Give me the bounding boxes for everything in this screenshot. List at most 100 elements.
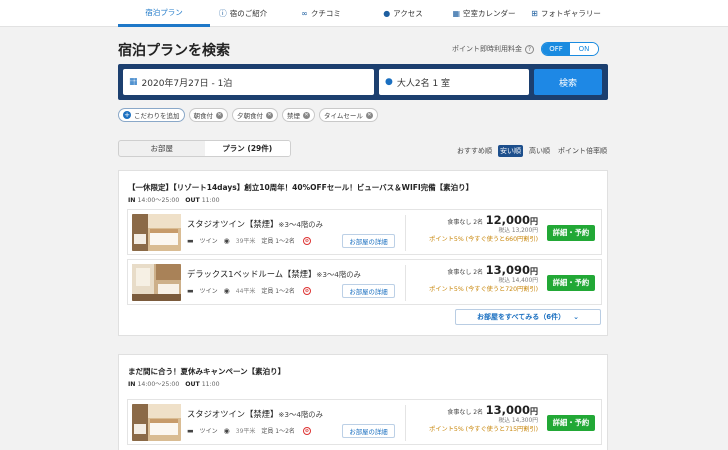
price-tax-included: 税込 14,300円	[498, 418, 538, 424]
add-filter-button[interactable]: + こだわりを追加	[118, 108, 185, 122]
price-currency: 円	[530, 407, 538, 416]
reserve-button[interactable]: 詳細・予約	[547, 275, 595, 291]
price-currency: 円	[530, 267, 538, 276]
bed-type: ツイン	[199, 288, 218, 295]
filter-chip-dinner-breakfast[interactable]: 夕朝食付 ✕	[232, 108, 278, 122]
tab-photo-gallery-label: フォトギャラリー	[540, 9, 601, 18]
close-icon[interactable]: ✕	[266, 111, 273, 119]
point-toggle: ポイント即時利用料金 ? OFF ON	[452, 42, 599, 56]
room-photo[interactable]	[132, 214, 181, 251]
plus-icon: +	[123, 110, 131, 119]
bed-type: ツイン	[199, 428, 218, 435]
toggle-on-option[interactable]: ON	[570, 43, 598, 55]
tab-hotel-info[interactable]: ⓘ 宿のご紹介	[210, 0, 276, 27]
bed-type: ツイン	[199, 238, 218, 245]
filter-chip-label: 夕朝食付	[237, 112, 263, 120]
room-note: ※3〜4階のみ	[278, 410, 323, 419]
room-size: 39平米	[235, 238, 256, 245]
eye-icon: ◉	[223, 236, 230, 245]
room-capacity: 定員 1〜2名	[261, 288, 295, 295]
room-size: 44平米	[235, 288, 256, 295]
check-in-out: IN 14:00〜25:00 OUT 11:00	[128, 195, 220, 204]
room-note: ※3〜4階のみ	[316, 270, 361, 279]
point-toggle-label: ポイント即時利用料金	[452, 45, 522, 53]
search-bar: ▦ 2020年7月27日 - 1泊 ● 大人2名 1 室 検索	[118, 64, 608, 100]
plan-card: まだ間に合う！夏休みキャンペーン【素泊り】 IN 14:00〜25:00 OUT…	[118, 354, 608, 450]
divider	[405, 405, 406, 441]
bed-icon: ▬	[187, 286, 194, 295]
help-icon[interactable]: ?	[525, 44, 534, 54]
top-nav: 宿泊プラン ⓘ 宿のご紹介 ∞ クチコミ ● アクセス ▦ 空室カレンダー ⊞ …	[0, 0, 728, 27]
reserve-button[interactable]: 詳細・予約	[547, 225, 595, 241]
sort-cheapest[interactable]: 安い順	[498, 145, 523, 157]
plan-card: 【一休限定】【リゾート14days】創立10周年！40%OFFセール！ビューバス…	[118, 170, 608, 336]
check-out-label: OUT	[185, 197, 200, 204]
grid-icon: ⊞	[531, 9, 538, 18]
room-photo[interactable]	[132, 264, 181, 301]
no-smoking-icon: ⊘	[302, 286, 311, 295]
room-row: スタジオツイン【禁煙】※3〜4階のみ ▬ ツイン ◉ 39平米 定員 1〜2名 …	[127, 209, 602, 255]
room-capacity: 定員 1〜2名	[261, 428, 295, 435]
room-meta: ▬ ツイン ◉ 39平米 定員 1〜2名 ⊘	[187, 426, 311, 435]
filter-chip-non-smoking[interactable]: 禁煙 ✕	[282, 108, 315, 122]
guests-field[interactable]: ● 大人2名 1 室	[379, 69, 529, 95]
room-name[interactable]: スタジオツイン【禁煙】※3〜4階のみ	[187, 408, 323, 420]
toggle-off-option[interactable]: OFF	[542, 43, 570, 55]
tab-plans[interactable]: 宿泊プラン	[118, 0, 210, 27]
sort-recommended[interactable]: おすすめ順	[455, 145, 494, 157]
check-out-time: 11:00	[201, 197, 220, 204]
close-icon[interactable]: ✕	[365, 111, 373, 119]
tab-rooms[interactable]: お部屋	[119, 141, 205, 156]
point-info: ポイント5% (今すぐ使うと715円割引)	[429, 426, 538, 433]
tab-reviews[interactable]: ∞ クチコミ	[290, 0, 352, 27]
room-photo[interactable]	[132, 404, 181, 441]
sort-options: おすすめ順 安い順 高い順 ポイント倍率順	[455, 145, 609, 157]
room-detail-button[interactable]: お部屋の詳細	[342, 284, 395, 298]
sort-expensive[interactable]: 高い順	[527, 145, 552, 157]
page-title: 宿泊プランを検索	[118, 43, 230, 59]
check-in-time: 14:00〜25:00	[137, 197, 180, 204]
see-all-rooms-label: お部屋をすべてみる（6件）	[477, 313, 566, 321]
tab-calendar[interactable]: ▦ 空室カレンダー	[448, 0, 520, 27]
see-all-rooms-button[interactable]: お部屋をすべてみる（6件） ⌄	[455, 309, 601, 325]
divider	[405, 265, 406, 301]
price-label: 食事なし 2名	[447, 409, 484, 416]
room-detail-button[interactable]: お部屋の詳細	[342, 234, 395, 248]
tab-plans-label: 宿泊プラン	[145, 7, 183, 17]
filter-chip-time-sale[interactable]: タイムセール ✕	[319, 108, 378, 122]
chevron-down-icon: ⌄	[573, 313, 579, 321]
add-filter-label: こだわりを追加	[134, 112, 180, 120]
room-size: 39平米	[235, 428, 256, 435]
map-pin-icon: ●	[383, 9, 391, 18]
reserve-button[interactable]: 詳細・予約	[547, 415, 595, 431]
close-icon[interactable]: ✕	[216, 111, 223, 119]
room-detail-button[interactable]: お部屋の詳細	[342, 424, 395, 438]
price-label: 食事なし 2名	[447, 219, 484, 226]
sort-points[interactable]: ポイント倍率順	[556, 145, 609, 157]
price-value: 13,000	[485, 403, 530, 417]
plan-title[interactable]: まだ間に合う！夏休みキャンペーン【素泊り】	[128, 366, 285, 377]
calendar-icon: ▦	[129, 77, 138, 87]
close-icon[interactable]: ✕	[303, 111, 310, 119]
tab-plans-list[interactable]: プラン (29件)	[204, 141, 290, 156]
guests-value: 大人2名 1 室	[396, 78, 451, 89]
no-smoking-icon: ⊘	[302, 236, 311, 245]
point-toggle-switch[interactable]: OFF ON	[541, 42, 599, 56]
point-info: ポイント5% (今すぐ使うと720円割引)	[429, 286, 538, 293]
search-button[interactable]: 検索	[534, 69, 602, 95]
room-name[interactable]: デラックス1ベッドルーム【禁煙】※3〜4階のみ	[187, 268, 361, 280]
room-name-text: スタジオツイン【禁煙】	[187, 219, 279, 229]
tab-access[interactable]: ● アクセス	[376, 0, 430, 27]
plan-title[interactable]: 【一休限定】【リゾート14days】創立10周年！40%OFFセール！ビューバス…	[128, 182, 473, 193]
tab-hotel-info-label: 宿のご紹介	[229, 9, 268, 18]
price-box: 食事なし 2名 13,090円 税込 14,400円 ポイント5% (今すぐ使う…	[429, 263, 538, 294]
view-tabs: お部屋 プラン (29件)	[118, 140, 291, 157]
filter-chips: + こだわりを追加 朝食付 ✕ 夕朝食付 ✕ 禁煙 ✕ タイムセール ✕	[118, 108, 378, 122]
date-field[interactable]: ▦ 2020年7月27日 - 1泊	[123, 69, 374, 95]
room-name[interactable]: スタジオツイン【禁煙】※3〜4階のみ	[187, 218, 323, 230]
price-value: 13,090	[485, 263, 530, 277]
filter-chip-label: タイムセール	[324, 112, 363, 120]
filter-chip-breakfast[interactable]: 朝食付 ✕	[188, 108, 228, 122]
tab-photo-gallery[interactable]: ⊞ フォトギャラリー	[528, 0, 604, 27]
tab-access-label: アクセス	[393, 9, 423, 18]
